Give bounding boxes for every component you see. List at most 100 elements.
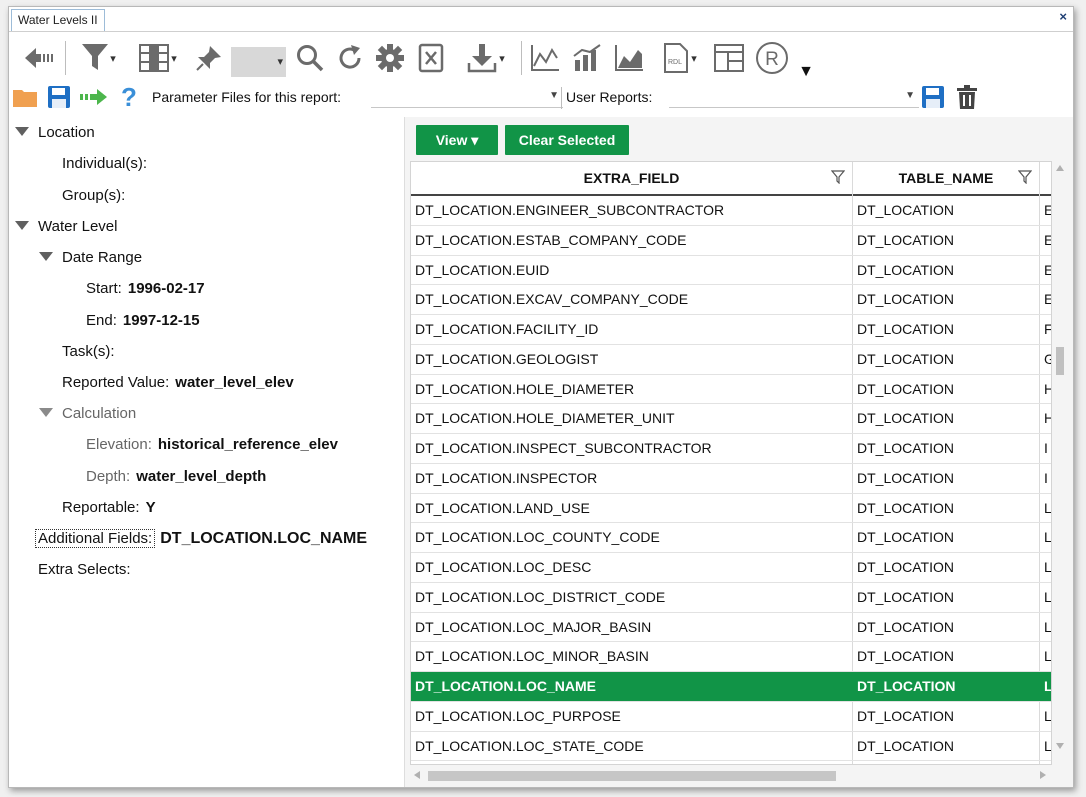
tree-extra-selects[interactable]: Extra Selects:	[38, 561, 131, 578]
scroll-thumb[interactable]	[428, 771, 836, 781]
table-row[interactable]: DT_LOCATION.ENGINEER_SUBCONTRACTOR DT_LOC…	[411, 196, 1051, 226]
open-folder-icon[interactable]	[13, 85, 37, 109]
parameter-files-select[interactable]: ▼	[371, 85, 563, 108]
save-report-icon[interactable]	[921, 85, 945, 109]
search-icon[interactable]	[293, 41, 327, 75]
tree-location[interactable]: Location	[15, 124, 95, 141]
table-row[interactable]: DT_LOCATION.INSPECT_SUBCONTRACTOR DT_LOCA…	[411, 434, 1051, 464]
table-row[interactable]: DT_LOCATION.GEOLOGIST DT_LOCATION G	[411, 345, 1051, 375]
col-extra-field[interactable]: EXTRA_FIELD	[411, 162, 853, 194]
tree-reported-value[interactable]: Reported Value: water_level_elev	[62, 374, 294, 391]
tab-strip: Water Levels II ×	[9, 7, 1073, 32]
blank-dropdown[interactable]: ▾	[231, 47, 286, 77]
expand-icon[interactable]	[15, 221, 29, 230]
toolbar: ▾ ▾ ▾ RDL ▾ R ▼	[9, 33, 1073, 83]
help-icon[interactable]: ?	[117, 82, 141, 112]
table-row[interactable]: DT_LOCATION.HOLE_DIAMETER DT_LOCATION H	[411, 375, 1051, 405]
table-row[interactable]: DT_LOCATION.FACILITY_ID DT_LOCATION F	[411, 315, 1051, 345]
layout-icon[interactable]	[711, 41, 747, 75]
table-row[interactable]: DT_LOCATION.LOC_MAJOR_BASIN DT_LOCATION L	[411, 613, 1051, 643]
table-row[interactable]: DT_LOCATION.LOC_COUNTY_CODE DT_LOCATION L	[411, 523, 1051, 553]
table-name-cell: DT_LOCATION	[857, 678, 956, 694]
extra-field-cell: DT_LOCATION.EXCAV_COMPANY_CODE	[415, 291, 689, 308]
table-row[interactable]: DT_LOCATION.LOC_STATE_CODE DT_LOCATION L	[411, 732, 1051, 762]
rdl-report-icon[interactable]: RDL ▾	[653, 41, 707, 75]
horizontal-scrollbar[interactable]	[410, 767, 1050, 783]
pin-icon[interactable]	[193, 41, 225, 75]
table-name-cell: DT_LOCATION	[857, 380, 954, 397]
tree-water-level[interactable]: Water Level	[15, 218, 117, 235]
vertical-scrollbar[interactable]	[1052, 161, 1068, 763]
tree-calculation[interactable]: Calculation	[39, 405, 136, 422]
table-row[interactable]: DT_LOCATION.LOC_DESC DT_LOCATION L	[411, 553, 1051, 583]
table-name-cell: DT_LOCATION	[857, 737, 954, 754]
expand-icon[interactable]	[15, 127, 29, 136]
registered-icon[interactable]: R	[753, 41, 791, 75]
table-row[interactable]: DT_LOCATION.LAND_USE DT_LOCATION L	[411, 494, 1051, 524]
svg-text:R: R	[765, 49, 779, 70]
overflow-cell: H	[1044, 404, 1051, 432]
extra-field-cell: DT_LOCATION.LOC_COUNTY_CODE	[415, 529, 660, 546]
extra-field-cell: DT_LOCATION.HOLE_DIAMETER_UNIT	[415, 410, 675, 427]
tree-tasks[interactable]: Task(s):	[62, 343, 115, 360]
export-excel-icon[interactable]	[415, 41, 449, 75]
col-table-name[interactable]: TABLE_NAME	[853, 162, 1040, 194]
expand-icon[interactable]	[39, 252, 53, 261]
overflow-cell: L	[1044, 499, 1052, 516]
filter-icon[interactable]	[1018, 170, 1032, 184]
gear-icon[interactable]	[373, 41, 407, 75]
download-icon[interactable]: ▾	[455, 41, 517, 75]
table-row[interactable]: DT_LOCATION.EXCAV_COMPANY_CODE DT_LOCATIO…	[411, 285, 1051, 315]
table-row[interactable]: DT_LOCATION.EUID DT_LOCATION E	[411, 256, 1051, 286]
overflow-cell: L	[1044, 648, 1052, 665]
grid-rows: DT_LOCATION.ENGINEER_SUBCONTRACTOR DT_LOC…	[411, 196, 1051, 764]
overflow-cell: L	[1044, 618, 1052, 635]
extra-field-cell: DT_LOCATION.GEOLOGIST	[415, 350, 599, 367]
clear-selected-button[interactable]: Clear Selected	[505, 125, 629, 155]
back-icon[interactable]	[23, 41, 57, 75]
extra-field-cell: DT_LOCATION.LOC_PURPOSE	[415, 707, 621, 724]
tree-end-date[interactable]: End: 1997-12-15	[86, 312, 200, 329]
bar-chart-icon[interactable]	[569, 41, 605, 75]
tree-groups[interactable]: Group(s):	[62, 187, 125, 204]
area-chart-icon[interactable]	[611, 41, 647, 75]
save-icon[interactable]	[47, 85, 71, 109]
tree-additional-fields[interactable]: Additional Fields: DT_LOCATION.LOC_NAME	[34, 529, 367, 548]
tab-water-levels[interactable]: Water Levels II	[11, 9, 105, 31]
view-button[interactable]: View ▾	[416, 125, 498, 155]
tree-elevation[interactable]: Elevation: historical_reference_elev	[86, 436, 338, 453]
table-name-cell: DT_LOCATION	[857, 202, 954, 218]
extra-field-cell: DT_LOCATION.LOC_DESC	[415, 559, 592, 575]
table-row[interactable]: DT_LOCATION.LOC_NAME DT_LOCATION L	[411, 672, 1051, 702]
extra-field-cell: DT_LOCATION.LOC_STATE_CODE	[415, 737, 644, 754]
extra-field-cell: DT_LOCATION.LOC_MAJOR_BASIN	[415, 618, 652, 635]
refresh-icon[interactable]	[333, 41, 367, 75]
table-row[interactable]: DT_LOCATION.LOC_PURPOSE DT_LOCATION L	[411, 702, 1051, 732]
columns-icon[interactable]: ▾	[129, 41, 187, 75]
tree-individuals[interactable]: Individual(s):	[62, 155, 147, 172]
tree-start-date[interactable]: Start: 1996-02-17	[86, 280, 205, 297]
close-icon[interactable]: ×	[1059, 9, 1067, 24]
line-chart-icon[interactable]	[527, 41, 563, 75]
table-name-cell: DT_LOCATION	[857, 231, 954, 248]
tree-reportable[interactable]: Reportable: Y	[62, 499, 156, 516]
tree-depth[interactable]: Depth: water_level_depth	[86, 468, 266, 485]
tree-date-range[interactable]: Date Range	[39, 249, 142, 266]
expand-icon[interactable]	[39, 408, 53, 417]
more-icon[interactable]: ▼	[795, 41, 817, 89]
filter-icon[interactable]: ▾	[73, 41, 125, 75]
filter-icon[interactable]	[831, 170, 845, 184]
table-row[interactable]: DT_LOCATION.LOC_MINOR_BASIN DT_LOCATION L	[411, 642, 1051, 672]
run-arrow-icon[interactable]	[79, 85, 109, 109]
scroll-thumb[interactable]	[1056, 347, 1064, 375]
table-row[interactable]: DT_LOCATION.LOC_TYPE DT_LOCATION L	[411, 761, 1051, 764]
delete-icon[interactable]	[955, 85, 979, 109]
extra-field-cell: DT_LOCATION.LOC_MINOR_BASIN	[415, 648, 649, 665]
table-row[interactable]: DT_LOCATION.INSPECTOR DT_LOCATION I	[411, 464, 1051, 494]
overflow-cell: I	[1044, 469, 1048, 486]
table-row[interactable]: DT_LOCATION.HOLE_DIAMETER_UNIT DT_LOCATIO…	[411, 404, 1051, 434]
user-reports-select[interactable]: ▼	[669, 85, 919, 108]
extra-field-cell: DT_LOCATION.INSPECT_SUBCONTRACTOR	[415, 440, 712, 456]
table-row[interactable]: DT_LOCATION.LOC_DISTRICT_CODE DT_LOCATION…	[411, 583, 1051, 613]
table-row[interactable]: DT_LOCATION.ESTAB_COMPANY_CODE DT_LOCATIO…	[411, 226, 1051, 256]
